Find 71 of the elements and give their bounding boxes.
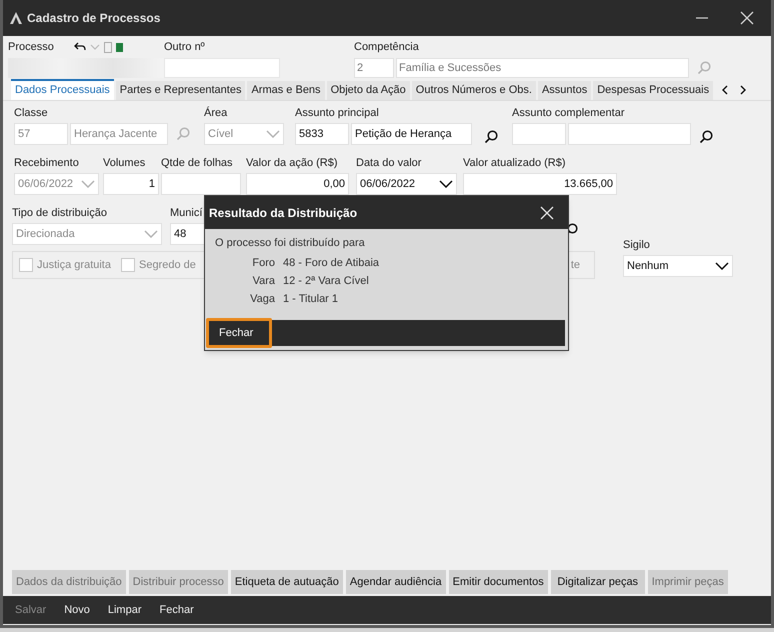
undo-arrow-icon[interactable]	[74, 42, 86, 52]
code-field[interactable]: 5833	[295, 123, 349, 145]
dropdown[interactable]: 06/06/2022	[356, 173, 457, 195]
status-indicator-icon	[116, 42, 123, 52]
toolbar-button[interactable]: Limpar	[108, 602, 142, 618]
other-number-field[interactable]	[164, 58, 280, 78]
field-label: Data do valor	[356, 156, 422, 171]
tab[interactable]: Assuntos	[538, 81, 592, 100]
close-button[interactable]: Fechar	[206, 318, 272, 348]
chevron-right-icon[interactable]	[739, 85, 748, 95]
chevron-down-icon	[439, 180, 453, 188]
field-label: Assunto principal	[295, 106, 380, 121]
dropdown[interactable]: Nenhum	[623, 255, 733, 277]
field-label: Valor atualizado (R$)	[463, 156, 567, 171]
tab[interactable]: Partes e Representantes	[116, 81, 246, 100]
number-field[interactable]	[161, 173, 241, 195]
app-logo-icon	[9, 11, 23, 25]
field-label: Sigilo	[623, 238, 651, 253]
field-label: Assunto complementar	[512, 106, 626, 121]
document-icon[interactable]	[104, 42, 112, 52]
result-value: 12 - 2ª Vara Cível	[283, 274, 370, 288]
close-icon[interactable]	[540, 206, 554, 220]
field-label: Recebimento	[14, 156, 80, 171]
window-title: Cadastro de Processos	[27, 10, 160, 27]
field-label: Outro nº	[164, 40, 206, 55]
chevron-left-icon[interactable]	[721, 85, 730, 95]
field-label: Área	[204, 106, 228, 121]
chevron-down-icon	[715, 262, 729, 270]
chevron-down-icon[interactable]	[90, 44, 100, 50]
toolbar-button[interactable]: Fechar	[160, 602, 194, 618]
field-label: Volumes	[103, 156, 146, 171]
checkbox-label: Justiça gratuita	[37, 258, 111, 273]
field-label: Valor da ação (R$)	[246, 156, 339, 171]
action-button[interactable]: Digitalizar peças	[550, 570, 645, 594]
action-button[interactable]: Emitir documentos	[448, 570, 548, 594]
result-label: Vaga	[249, 292, 275, 306]
name-field[interactable]	[568, 123, 691, 145]
field-label: Competência	[354, 40, 420, 55]
tab[interactable]: Dados Processuais	[11, 79, 114, 100]
checkbox-label: Segredo de	[138, 258, 196, 273]
result-label: Foro	[251, 256, 275, 270]
search-icon[interactable]	[484, 130, 498, 144]
dialog-title: Resultado da Distribuição	[209, 204, 358, 222]
amount-field[interactable]: 0,00	[246, 173, 349, 195]
field-label: Classe	[14, 106, 49, 121]
tab[interactable]: Despesas Processuais	[593, 81, 714, 100]
result-value: 48 - Foro de Atibaia	[283, 256, 380, 270]
checkbox[interactable]	[19, 258, 33, 272]
number-field[interactable]: 1	[103, 173, 159, 195]
chevron-down-icon	[144, 230, 158, 238]
tab[interactable]: Armas e Bens	[247, 81, 325, 100]
code-field[interactable]	[512, 123, 566, 145]
result-label: Vara	[252, 274, 275, 288]
amount-field[interactable]: 13.665,00	[463, 173, 617, 195]
action-button[interactable]: Etiqueta de autuação	[230, 570, 343, 594]
field-label: Processo	[8, 40, 55, 55]
name-field[interactable]: Petição de Herança	[351, 123, 472, 145]
chevron-down-icon	[266, 130, 280, 138]
result-value: 1 - Titular 1	[283, 292, 340, 306]
checkbox[interactable]	[120, 258, 135, 272]
close-icon[interactable]	[739, 10, 755, 26]
search-icon[interactable]	[699, 130, 713, 144]
toolbar-button[interactable]: Novo	[64, 602, 90, 618]
field-label: Tipo de distribuição	[12, 206, 108, 221]
checkbox-label: te	[570, 258, 580, 273]
field-label: Qtde de folhas	[161, 156, 234, 171]
process-number-field[interactable]	[8, 58, 166, 78]
tab[interactable]: Objeto da Ação	[326, 81, 410, 100]
chevron-down-icon	[81, 180, 95, 188]
action-button[interactable]: Agendar audiência	[346, 570, 446, 594]
tab[interactable]: Outros Números e Obs.	[412, 81, 536, 100]
